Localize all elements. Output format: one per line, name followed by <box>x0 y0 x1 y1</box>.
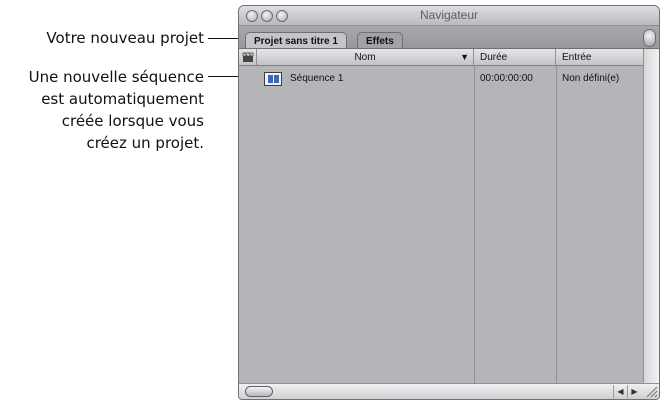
sort-descending-icon: ▼ <box>460 52 469 62</box>
column-header: Nom ▼ Durée Entrée <box>239 49 643 66</box>
item-name: Séquence 1 <box>290 73 344 84</box>
tab-bar: Projet sans titre 1 Effets <box>239 26 659 49</box>
item-duration: 00:00:00:00 <box>480 73 533 84</box>
column-header-name[interactable]: Nom ▼ <box>257 49 474 66</box>
scroll-left-button[interactable]: ◀ <box>613 385 627 398</box>
callout-sequence-line-2: est automatiquement <box>41 90 204 108</box>
list-item[interactable]: Séquence 1 00:00:00:00 Non défini(e) <box>239 72 643 88</box>
callout-sequence: Une nouvelle séquence est automatiquemen… <box>0 66 204 154</box>
column-divider <box>474 66 475 383</box>
column-header-in-point[interactable]: Entrée <box>556 49 640 66</box>
window-title: Navigateur <box>419 8 479 22</box>
callout-sequence-line-1: Une nouvelle séquence <box>28 68 204 86</box>
column-header-duration[interactable]: Durée <box>474 49 556 66</box>
scroll-thumb[interactable] <box>245 386 273 397</box>
sequence-icon <box>264 72 282 86</box>
clapper-icon[interactable] <box>239 49 257 66</box>
callout-project: Votre nouveau projet <box>46 29 204 47</box>
title-bar[interactable]: Navigateur <box>239 6 659 26</box>
resize-grip-icon[interactable] <box>643 384 658 398</box>
column-name-label: Nom <box>354 52 376 63</box>
tab-effects[interactable]: Effets <box>357 32 403 49</box>
callout-sequence-line-4: créez un projet. <box>86 134 204 152</box>
horizontal-scrollbar[interactable]: ◀ ▶ <box>239 383 659 399</box>
column-divider <box>556 66 557 383</box>
navigator-window: Navigateur Projet sans titre 1 Effets No… <box>238 5 660 400</box>
tab-project[interactable]: Projet sans titre 1 <box>245 32 347 49</box>
vertical-scrollbar[interactable] <box>643 49 659 383</box>
callout-sequence-line-3: créée lorsque vous <box>61 112 204 130</box>
browser-list[interactable]: Séquence 1 00:00:00:00 Non défini(e) <box>239 66 643 383</box>
item-in-point: Non défini(e) <box>562 73 620 84</box>
toolbar-toggle-button[interactable] <box>643 29 656 47</box>
scroll-right-button[interactable]: ▶ <box>627 385 641 398</box>
